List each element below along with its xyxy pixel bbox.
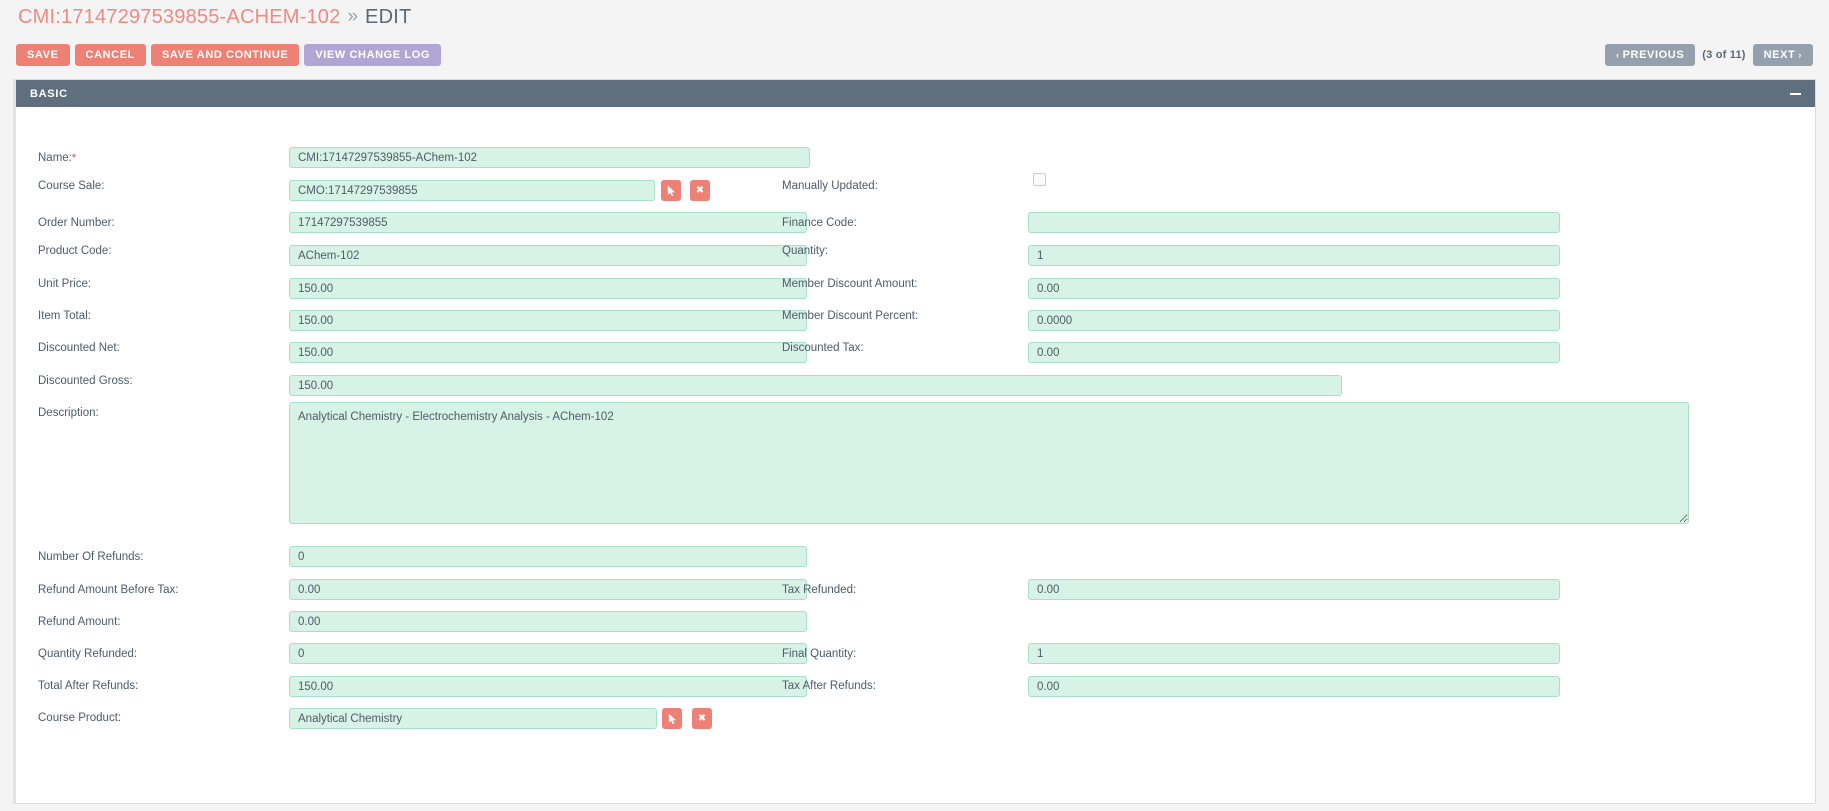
tax-after-refunds-input[interactable]	[1028, 676, 1560, 697]
label-description: Description:	[38, 407, 99, 419]
course-product-input[interactable]	[289, 708, 657, 729]
order-number-input[interactable]	[289, 212, 807, 233]
label-number-of-refunds: Number Of Refunds:	[38, 551, 144, 563]
label-discounted-gross: Discounted Gross:	[38, 375, 133, 387]
label-final-quantity: Final Quantity:	[782, 648, 857, 660]
basic-panel-body: Name:* Course Sale: ✖ Manually Updated: …	[16, 107, 1815, 803]
member-discount-amount-input[interactable]	[1028, 278, 1560, 299]
label-item-total: Item Total:	[38, 310, 91, 322]
label-manually-updated: Manually Updated:	[782, 180, 878, 192]
label-quantity-refunded: Quantity Refunded:	[38, 648, 138, 660]
label-member-discount-percent: Member Discount Percent:	[782, 310, 919, 322]
discounted-net-input[interactable]	[289, 342, 807, 363]
label-discounted-net: Discounted Net:	[38, 342, 120, 354]
label-quantity: Quantity:	[782, 245, 829, 257]
refund-amount-before-tax-input[interactable]	[289, 579, 807, 600]
label-course-product: Course Product:	[38, 712, 122, 724]
page-title-mode: EDIT	[365, 5, 412, 28]
next-record-button[interactable]: NEXT ›	[1752, 44, 1813, 66]
action-toolbar: SAVE CANCEL SAVE AND CONTINUE VIEW CHANG…	[16, 44, 442, 66]
label-refund-amount-before-tax: Refund Amount Before Tax:	[38, 584, 179, 596]
label-tax-after-refunds: Tax After Refunds:	[782, 680, 876, 692]
manually-updated-checkbox[interactable]	[1033, 173, 1046, 186]
previous-label: PREVIOUS	[1622, 49, 1685, 61]
discounted-tax-input[interactable]	[1028, 342, 1560, 363]
minus-icon[interactable]	[1790, 92, 1801, 95]
view-change-log-button[interactable]: VIEW CHANGE LOG	[304, 44, 442, 66]
refund-amount-input[interactable]	[289, 611, 807, 632]
label-total-after-refunds: Total After Refunds:	[38, 680, 139, 692]
tax-refunded-input[interactable]	[1028, 579, 1560, 600]
page-title-record: CMI:17147297539855-ACHEM-102	[18, 5, 341, 28]
unit-price-input[interactable]	[289, 278, 807, 299]
cancel-button[interactable]: CANCEL	[74, 44, 146, 66]
save-and-continue-button[interactable]: SAVE AND CONTINUE	[150, 44, 300, 66]
label-member-discount-amount: Member Discount Amount:	[782, 278, 918, 290]
course-sale-input[interactable]	[289, 180, 655, 201]
pager-count: (3 of 11)	[1702, 49, 1746, 61]
discounted-gross-input[interactable]	[289, 375, 1342, 396]
final-quantity-input[interactable]	[1028, 643, 1560, 664]
member-discount-percent-input[interactable]	[1028, 310, 1560, 331]
close-x-icon: ✖	[697, 713, 707, 724]
admin-edit-page: CMI:17147297539855-ACHEM-102 » EDIT SAVE…	[0, 0, 1829, 811]
save-button[interactable]: SAVE	[16, 44, 70, 66]
quantity-refunded-input[interactable]	[289, 643, 807, 664]
course-product-lookup-button[interactable]	[662, 708, 682, 729]
finance-code-input[interactable]	[1028, 212, 1560, 233]
chevron-right-icon: ›	[1798, 50, 1802, 60]
cursor-arrow-icon	[668, 713, 676, 724]
label-name: Name:*	[38, 152, 77, 164]
label-unit-price: Unit Price:	[38, 278, 92, 290]
total-after-refunds-input[interactable]	[289, 676, 807, 697]
label-refund-amount: Refund Amount:	[38, 616, 121, 628]
next-label: NEXT	[1763, 49, 1796, 61]
label-order-number: Order Number:	[38, 217, 115, 229]
product-code-input[interactable]	[289, 245, 807, 266]
name-input[interactable]	[289, 147, 810, 168]
required-asterisk: *	[71, 152, 77, 164]
basic-panel-title: BASIC	[30, 87, 68, 100]
label-discounted-tax: Discounted Tax:	[782, 342, 864, 354]
page-title-bar: CMI:17147297539855-ACHEM-102 » EDIT	[0, 0, 1829, 34]
previous-record-button[interactable]: ‹ PREVIOUS	[1605, 44, 1696, 66]
course-sale-lookup-button[interactable]	[661, 180, 681, 201]
label-finance-code: Finance Code:	[782, 217, 857, 229]
course-sale-clear-button[interactable]: ✖	[690, 180, 710, 201]
record-pager: ‹ PREVIOUS (3 of 11) NEXT ›	[1605, 44, 1813, 66]
breadcrumb-separator: »	[347, 6, 359, 27]
number-of-refunds-input[interactable]	[289, 546, 807, 567]
course-product-clear-button[interactable]: ✖	[692, 708, 712, 729]
close-x-icon: ✖	[695, 185, 705, 196]
chevron-left-icon: ‹	[1616, 50, 1620, 60]
description-textarea[interactable]: Analytical Chemistry - Electrochemistry …	[289, 402, 1689, 524]
cursor-arrow-icon	[667, 185, 675, 196]
item-total-input[interactable]	[289, 310, 807, 331]
basic-panel: BASIC Name:* Course Sale: ✖ Manually Upd…	[13, 79, 1816, 804]
quantity-input[interactable]	[1028, 245, 1560, 266]
label-product-code: Product Code:	[38, 245, 112, 257]
basic-panel-header[interactable]: BASIC	[16, 80, 1815, 107]
label-course-sale: Course Sale:	[38, 180, 105, 192]
label-tax-refunded: Tax Refunded:	[782, 584, 857, 596]
